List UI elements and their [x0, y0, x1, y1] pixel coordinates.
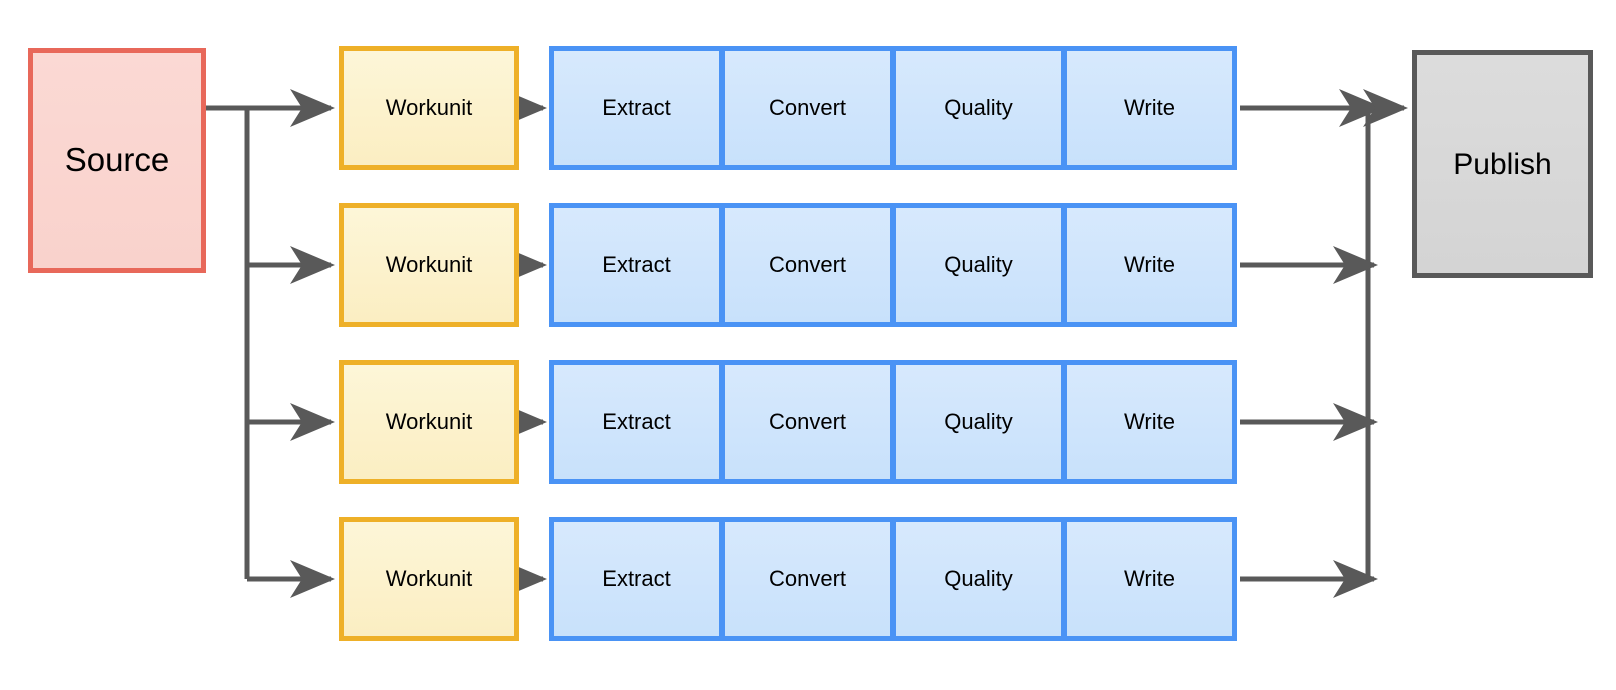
diagram-canvas: Source Workunit Extract Convert Quality …	[0, 0, 1616, 690]
node-stage-extract-4-label: Extract	[602, 565, 671, 591]
node-stage-extract-2-label: Extract	[602, 251, 671, 277]
node-stage-convert-4[interactable]: Convert	[720, 517, 895, 641]
node-stage-quality-3-label: Quality	[944, 408, 1013, 434]
node-workunit-1-label: Workunit	[385, 94, 473, 120]
node-source[interactable]: Source	[28, 48, 206, 273]
node-stage-write-2[interactable]: Write	[1062, 203, 1237, 327]
edge-source-fanout	[206, 89, 336, 598]
node-stage-quality-1[interactable]: Quality	[891, 46, 1066, 170]
node-stage-quality-1-label: Quality	[944, 94, 1013, 120]
node-stage-extract-3[interactable]: Extract	[549, 360, 724, 484]
node-stage-convert-3-label: Convert	[768, 408, 847, 434]
node-stage-extract-2[interactable]: Extract	[549, 203, 724, 327]
node-stage-write-3-label: Write	[1124, 408, 1175, 434]
node-stage-write-2-label: Write	[1124, 251, 1175, 277]
node-stage-convert-2-label: Convert	[768, 251, 847, 277]
node-source-label: Source	[64, 141, 170, 179]
node-stage-write-4-label: Write	[1124, 565, 1175, 591]
node-workunit-2-label: Workunit	[385, 251, 473, 277]
node-stage-convert-2[interactable]: Convert	[720, 203, 895, 327]
node-workunit-3-label: Workunit	[385, 408, 473, 434]
node-stage-write-3[interactable]: Write	[1062, 360, 1237, 484]
node-publish-label: Publish	[1453, 147, 1552, 181]
node-workunit-2[interactable]: Workunit	[339, 203, 519, 327]
node-workunit-1[interactable]: Workunit	[339, 46, 519, 170]
node-stage-extract-1[interactable]: Extract	[549, 46, 724, 170]
node-stage-quality-3[interactable]: Quality	[891, 360, 1066, 484]
node-stage-convert-1-label: Convert	[768, 94, 847, 120]
node-workunit-4-label: Workunit	[385, 565, 473, 591]
node-workunit-3[interactable]: Workunit	[339, 360, 519, 484]
node-stage-convert-4-label: Convert	[768, 565, 847, 591]
node-stage-extract-3-label: Extract	[602, 408, 671, 434]
node-stage-quality-2-label: Quality	[944, 251, 1013, 277]
node-stage-write-4[interactable]: Write	[1062, 517, 1237, 641]
node-publish[interactable]: Publish	[1412, 50, 1593, 278]
node-stage-quality-4[interactable]: Quality	[891, 517, 1066, 641]
node-stage-extract-1-label: Extract	[602, 94, 671, 120]
node-stage-quality-2[interactable]: Quality	[891, 203, 1066, 327]
edge-workunit-to-extract-group	[502, 89, 548, 598]
node-stage-convert-3[interactable]: Convert	[720, 360, 895, 484]
node-stage-write-1-label: Write	[1124, 94, 1175, 120]
node-workunit-4[interactable]: Workunit	[339, 517, 519, 641]
node-stage-write-1[interactable]: Write	[1062, 46, 1237, 170]
edge-publish-fanin	[1240, 89, 1409, 598]
node-stage-quality-4-label: Quality	[944, 565, 1013, 591]
node-stage-convert-1[interactable]: Convert	[720, 46, 895, 170]
node-stage-extract-4[interactable]: Extract	[549, 517, 724, 641]
